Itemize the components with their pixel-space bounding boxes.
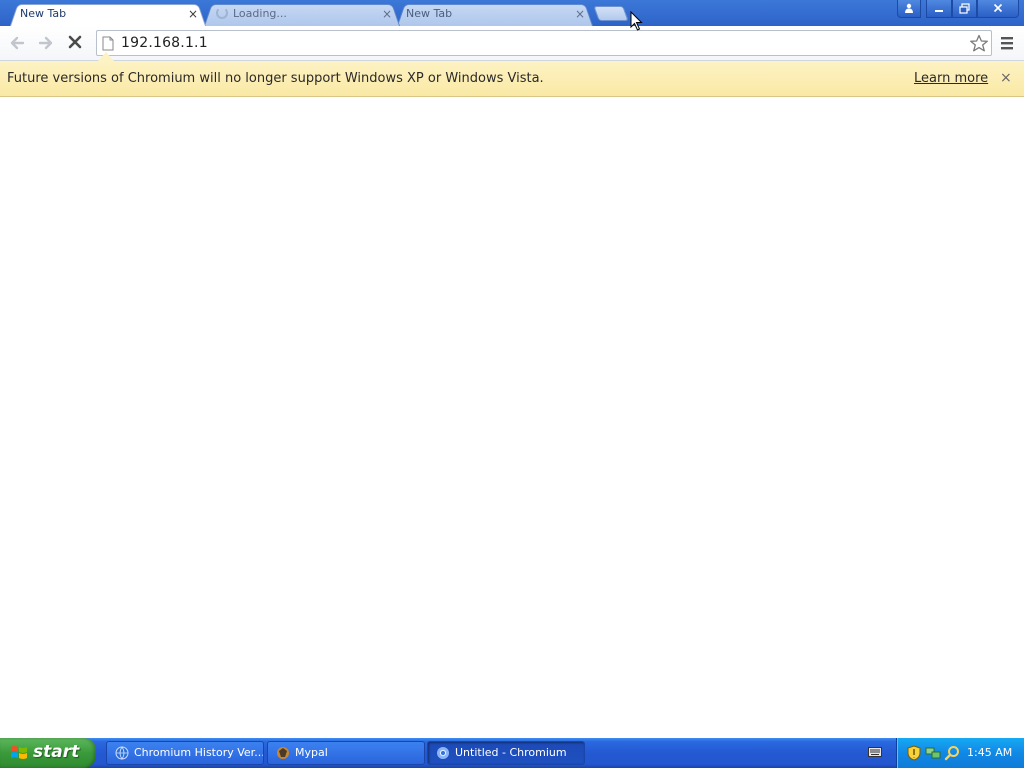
forward-arrow-icon: [38, 36, 53, 50]
page-icon: [102, 36, 114, 51]
chromium-icon: [437, 747, 449, 759]
stop-button[interactable]: [64, 33, 86, 53]
forward-button[interactable]: [35, 33, 57, 53]
taskbar-item-chromium-history[interactable]: Chromium History Ver...: [106, 741, 264, 765]
tab-close-icon[interactable]: ×: [382, 3, 392, 25]
infobar-arrow: [98, 52, 114, 61]
taskbar-item-label: Mypal: [295, 746, 328, 759]
menu-button[interactable]: [999, 34, 1015, 52]
globe-icon: [115, 746, 129, 760]
tab-loading[interactable]: Loading... ×: [204, 2, 400, 26]
url-text[interactable]: 192.168.1.1: [121, 35, 208, 51]
taskbar-item-chromium[interactable]: Untitled - Chromium: [427, 741, 585, 765]
minimize-icon: [935, 10, 943, 12]
profile-button[interactable]: [897, 0, 921, 18]
back-arrow-icon: [10, 36, 25, 50]
taskbar-clock[interactable]: 1:45 AM: [967, 746, 1012, 759]
tab-new-tab[interactable]: New Tab ×: [397, 2, 593, 26]
loading-spinner-icon: [216, 7, 228, 19]
tab-title: New Tab: [20, 7, 67, 20]
page-content: [0, 97, 1024, 738]
tab-close-icon[interactable]: ×: [188, 3, 198, 25]
taskbar-item-label: Chromium History Ver...: [134, 746, 264, 759]
start-button[interactable]: start: [0, 738, 96, 768]
mouse-cursor-icon: [630, 11, 643, 31]
profile-icon: [905, 3, 913, 13]
restore-icon: [959, 3, 970, 14]
menu-icon: [1001, 37, 1013, 50]
tab-title: Loading...: [233, 7, 287, 20]
new-tab-button[interactable]: [593, 6, 629, 21]
stop-icon: [68, 35, 82, 49]
browser-toolbar: 192.168.1.1: [0, 26, 1024, 61]
restore-button[interactable]: [952, 0, 977, 18]
close-icon: [993, 3, 1003, 13]
security-shield-icon[interactable]: [907, 745, 921, 761]
taskbar-item-mypal[interactable]: Mypal: [267, 741, 425, 765]
mypal-icon: [277, 747, 289, 759]
tab-new-tab-active[interactable]: New Tab ×: [10, 2, 206, 26]
start-label: start: [33, 742, 80, 762]
address-bar[interactable]: 192.168.1.1: [96, 30, 992, 56]
infobar-close-icon[interactable]: ×: [1000, 70, 1012, 86]
browser-titlebar: New Tab × Loading... × New Tab ×: [0, 0, 1024, 26]
back-button[interactable]: [6, 33, 28, 53]
infobar-message: Future versions of Chromium will no long…: [7, 71, 544, 86]
tab-close-icon[interactable]: ×: [575, 3, 585, 25]
minimize-button[interactable]: [926, 0, 952, 18]
unsupported-os-infobar: Future versions of Chromium will no long…: [0, 52, 1024, 97]
windows-logo-icon: [11, 746, 27, 759]
learn-more-link[interactable]: Learn more: [914, 71, 988, 86]
tab-title: New Tab: [406, 7, 453, 20]
search-icon[interactable]: [944, 745, 960, 761]
windows-taskbar: start Chromium History Ver... Mypal Unti…: [0, 738, 1024, 768]
keyboard-icon[interactable]: [868, 746, 882, 758]
network-icon[interactable]: [925, 745, 941, 761]
star-icon[interactable]: [969, 34, 989, 53]
close-button[interactable]: [977, 0, 1019, 18]
system-tray: 1:45 AM: [896, 738, 1024, 768]
taskbar-item-label: Untitled - Chromium: [455, 746, 567, 759]
